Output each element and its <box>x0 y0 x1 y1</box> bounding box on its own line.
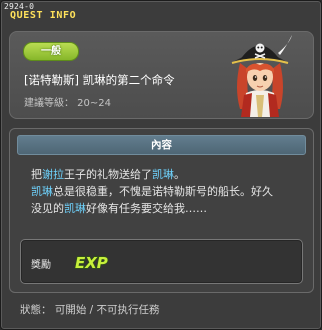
description-line-2: 凯琳总是很稳重，不愧是诺特勒斯号的船长。好久 <box>31 183 311 200</box>
description-text: 。 <box>174 168 185 181</box>
reward-box: 獎勵 EXP <box>20 239 303 284</box>
description-text: 把 <box>31 168 42 181</box>
description-highlight: 凯琳 <box>152 168 174 181</box>
description-line-3: 没见的凯琳好像有任务要交给我…… <box>31 200 311 217</box>
description-text: 王子的礼物送给了 <box>64 168 152 181</box>
content-header: 內容 <box>17 135 306 155</box>
quest-name: [诺特勒斯] 凯琳的第二个命令 <box>24 73 175 87</box>
pirate-captain-portrait-icon <box>231 35 292 117</box>
reward-label: 獎勵 <box>31 260 51 271</box>
recommended-level: 建議等級： 20~24 <box>24 98 112 109</box>
description-line-1: 把谢拉王子的礼物送给了凯琳。 <box>31 166 311 183</box>
quest-status: 狀態： 可開始 / 不可执行任務 <box>20 304 160 316</box>
description-highlight: 凯琳 <box>64 202 86 215</box>
description-text: 总是很稳重，不愧是诺特勒斯号的船长。好久 <box>53 185 273 198</box>
quest-header-panel: 一般 [诺特勒斯] 凯琳的第二个命令 建議等級： 20~24 <box>9 31 314 119</box>
description-text: 没见的 <box>31 202 64 215</box>
description-highlight: 谢拉 <box>42 168 64 181</box>
description-text: 好像有任务要交给我…… <box>86 202 207 215</box>
quest-content-panel: 內容 把谢拉王子的礼物送给了凯琳。 凯琳总是很稳重，不愧是诺特勒斯号的船长。好久… <box>9 128 314 293</box>
exp-icon: EXP <box>74 253 108 272</box>
category-badge: 一般 <box>23 42 79 61</box>
description-highlight: 凯琳 <box>31 185 53 198</box>
quest-description: 把谢拉王子的礼物送给了凯琳。 凯琳总是很稳重，不愧是诺特勒斯号的船长。好久 没见… <box>31 166 311 217</box>
window-title: QUEST INFO <box>10 10 77 21</box>
exp-text: EXP <box>75 254 108 272</box>
quest-info-window: 2924-0 QUEST INFO 一般 [诺特勒斯] 凯琳的第二个命令 建議等… <box>0 0 322 330</box>
